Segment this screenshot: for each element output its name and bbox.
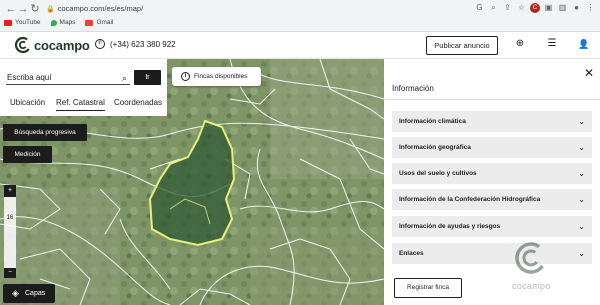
info-icon: i	[181, 72, 190, 81]
layers-label: Capas	[25, 290, 46, 297]
chevron-down-icon: ⌄	[578, 195, 585, 204]
chevron-down-icon: ⌄	[578, 143, 585, 152]
section-geographic[interactable]: Información geográfica ⌄	[392, 137, 592, 158]
tab-ref-catastral[interactable]: Ref. Catastral	[56, 98, 105, 111]
lock-icon: 🔒	[46, 6, 55, 13]
watermark-logo: cocampo	[512, 241, 551, 291]
section-land-use[interactable]: Usos del suelo y cultivos ⌄	[392, 163, 592, 184]
section-aid-risks[interactable]: Información de ayudas y riesgos ⌄	[392, 216, 592, 237]
available-farms-button[interactable]: i Fincas disponibles	[172, 67, 261, 86]
zoom-in-button[interactable]: +	[4, 185, 16, 197]
info-panel: ✕ Información Información climática ⌄ Inf…	[384, 59, 600, 305]
search-panel: ⌕ Ir Ubicación Ref. Catastral Coordenada…	[0, 59, 167, 116]
chevron-down-icon: ⌄	[578, 117, 585, 126]
bookmark-gmail[interactable]: Gmail	[85, 17, 113, 29]
extensions-icon[interactable]: ▣	[543, 2, 554, 14]
layers-button[interactable]: ◈ Capas	[3, 284, 55, 303]
chevron-down-icon: ⌄	[578, 249, 585, 258]
chevron-down-icon: ⌄	[578, 222, 585, 231]
zoom-icon[interactable]: ⌕	[488, 2, 499, 14]
phone-contact[interactable]: ✆ (+34) 623 380 922	[95, 39, 176, 49]
register-farm-button[interactable]: Registrar finca	[394, 278, 462, 298]
browser-toolbar: G ⌕ ⇪ ☆ C ▣ ▥ ● ⋮	[474, 2, 596, 14]
address-bar[interactable]: 🔒 cocampo.com/es/es/map/	[46, 2, 143, 17]
sidebar-icon[interactable]: ▥	[557, 2, 568, 14]
section-links[interactable]: Enlaces ⌄	[392, 243, 592, 264]
account-icon[interactable]: ●	[571, 2, 582, 14]
logo-icon	[14, 36, 32, 54]
bookmark-youtube[interactable]: YouTube	[4, 17, 41, 29]
section-hydrographic[interactable]: Información de la Confederación Hidrográ…	[392, 189, 592, 210]
tab-ubicacion[interactable]: Ubicación	[10, 98, 45, 110]
hamburger-menu-icon[interactable]: ☰	[546, 38, 558, 50]
maps-icon	[50, 20, 57, 26]
whatsapp-icon: ✆	[95, 39, 105, 49]
zoom-level: 16	[6, 215, 14, 221]
logo-text: cocampo	[34, 37, 90, 53]
url-text: cocampo.com/es/es/map/	[57, 4, 144, 13]
progressive-search-button[interactable]: Búsqueda progresiva	[3, 124, 87, 141]
watermark-logo-icon	[515, 242, 548, 274]
user-icon[interactable]: 👤	[578, 38, 590, 50]
zoom-out-button[interactable]: −	[4, 268, 16, 278]
tab-divider	[384, 99, 600, 100]
close-icon[interactable]: ✕	[584, 66, 594, 80]
measure-button[interactable]: Medición	[3, 146, 52, 163]
menu-dots-icon[interactable]: ⋮	[585, 2, 596, 14]
bookmark-maps[interactable]: Maps	[50, 17, 75, 29]
layers-icon: ◈	[12, 288, 19, 298]
watermark-text: cocampo	[512, 281, 551, 291]
tab-informacion[interactable]: Información	[392, 84, 437, 100]
browser-chrome: ← → ↻ 🔒 cocampo.com/es/es/map/ G ⌕ ⇪ ☆ C …	[0, 0, 600, 32]
reload-icon[interactable]: ↻	[28, 2, 42, 16]
site-header: cocampo ✆ (+34) 623 380 922 Publicar anu…	[0, 32, 600, 59]
google-icon[interactable]: G	[474, 2, 485, 14]
chevron-down-icon: ⌄	[578, 169, 585, 178]
share-icon[interactable]: ⇪	[502, 2, 513, 14]
available-farms-label: Fincas disponibles	[194, 73, 248, 80]
globe-icon[interactable]: ⊕	[514, 38, 526, 50]
search-icon[interactable]: ⌕	[122, 73, 127, 84]
bookmarks-bar: YouTube Maps Gmail	[4, 17, 113, 29]
go-button[interactable]: Ir	[134, 70, 161, 85]
phone-number: (+34) 623 380 922	[110, 39, 176, 49]
search-input[interactable]	[6, 71, 130, 85]
section-climate[interactable]: Información climática ⌄	[392, 111, 592, 132]
gmail-icon	[85, 20, 94, 26]
logo[interactable]: cocampo	[14, 36, 90, 54]
youtube-icon	[4, 20, 12, 26]
profile-avatar[interactable]: C	[530, 3, 540, 13]
tab-coordenadas[interactable]: Coordenadas	[114, 98, 162, 110]
bookmark-star-icon[interactable]: ☆	[516, 2, 527, 14]
publish-ad-button[interactable]: Publicar anuncio	[426, 36, 498, 55]
zoom-control: + 16 −	[4, 185, 16, 278]
